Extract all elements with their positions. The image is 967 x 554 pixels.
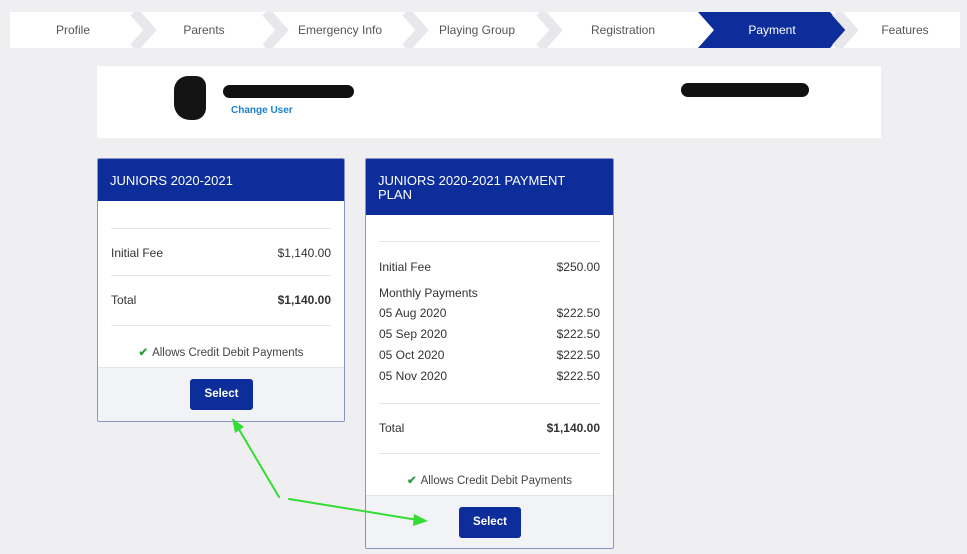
step-parents[interactable]: Parents (140, 12, 268, 48)
allows-label: Allows Credit Debit Payments (152, 347, 304, 359)
payment-date: 05 Aug 2020 (379, 306, 447, 320)
step-emergency-info[interactable]: Emergency Info (272, 12, 408, 48)
plan-card-payment-plan: JUNIORS 2020-2021 PAYMENT PLAN Initial F… (365, 158, 614, 549)
allows-credit-debit: ✔ Allows Credit Debit Payments (366, 473, 613, 487)
plan-card-title: JUNIORS 2020-2021 PAYMENT PLAN (366, 159, 613, 215)
checkmark-icon: ✔ (406, 475, 417, 487)
payment-row: 05 Sep 2020 $222.50 (379, 327, 600, 341)
initial-fee-label: Initial Fee (379, 260, 432, 274)
payment-row: 05 Aug 2020 $222.50 (379, 306, 600, 320)
redacted-user-name (223, 85, 354, 98)
user-card: Change User (97, 66, 881, 138)
arrow-to-first-select (233, 420, 280, 498)
payment-date: 05 Oct 2020 (379, 348, 445, 362)
change-user-link[interactable]: Change User (231, 105, 293, 116)
plan-card-footer: Select (98, 367, 344, 421)
initial-fee-value: $1,140.00 (277, 246, 331, 260)
monthly-payments-label: Monthly Payments (379, 286, 478, 300)
payment-amount: $222.50 (556, 327, 600, 341)
total-row: Total $1,140.00 (111, 293, 331, 307)
payment-amount: $222.50 (556, 348, 600, 362)
wizard-steps: Profile Parents Emergency Info Playing G… (10, 12, 960, 48)
plan-card-title: JUNIORS 2020-2021 (98, 159, 344, 201)
divider (379, 241, 600, 242)
select-button[interactable]: Select (459, 507, 521, 538)
payment-date: 05 Nov 2020 (379, 369, 448, 383)
payment-row: 05 Oct 2020 $222.50 (379, 348, 600, 362)
divider (111, 325, 331, 326)
checkmark-icon: ✔ (138, 347, 149, 359)
payment-amount: $222.50 (556, 369, 600, 383)
total-label: Total (111, 293, 137, 307)
monthly-payments-header: Monthly Payments (379, 286, 600, 300)
initial-fee-label: Initial Fee (111, 246, 164, 260)
step-payment[interactable]: Payment (706, 12, 838, 48)
plan-card-juniors: JUNIORS 2020-2021 Initial Fee $1,140.00 … (97, 158, 345, 422)
divider (111, 275, 331, 276)
divider (111, 228, 331, 229)
payment-row: 05 Nov 2020 $222.50 (379, 369, 600, 383)
allows-label: Allows Credit Debit Payments (420, 475, 573, 487)
redacted-user-id (681, 83, 809, 97)
initial-fee-row: Initial Fee $1,140.00 (111, 246, 331, 260)
allows-credit-debit: ✔ Allows Credit Debit Payments (98, 345, 344, 359)
select-button[interactable]: Select (190, 379, 253, 410)
initial-fee-value: $250.00 (556, 260, 600, 274)
total-value: $1,140.00 (546, 421, 600, 435)
total-label: Total (379, 421, 405, 435)
initial-fee-row: Initial Fee $250.00 (379, 260, 600, 274)
step-profile[interactable]: Profile (10, 12, 136, 48)
total-value: $1,140.00 (277, 293, 331, 307)
plan-card-footer: Select (366, 495, 613, 548)
avatar (174, 76, 206, 120)
step-playing-group[interactable]: Playing Group (412, 12, 542, 48)
total-row: Total $1,140.00 (379, 421, 600, 435)
divider (379, 453, 600, 454)
step-features[interactable]: Features (850, 12, 960, 48)
payment-amount: $222.50 (556, 306, 600, 320)
divider (379, 403, 600, 404)
payment-date: 05 Sep 2020 (379, 327, 448, 341)
step-registration[interactable]: Registration (548, 12, 698, 48)
